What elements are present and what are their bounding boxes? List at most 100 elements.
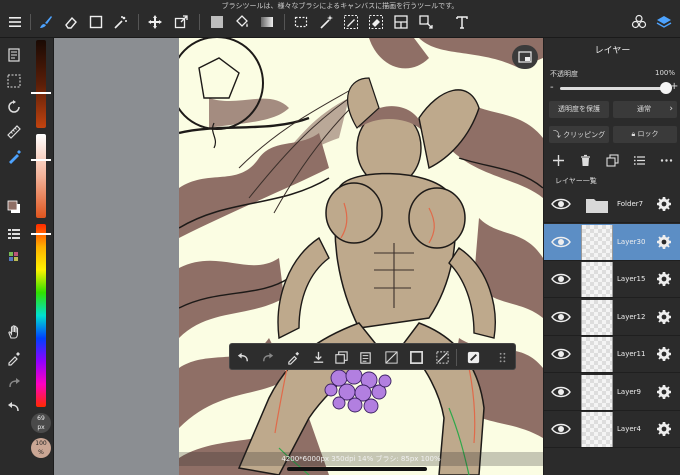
- undo-icon[interactable]: [5, 398, 23, 416]
- panel-toggle-icon[interactable]: [512, 45, 538, 69]
- redo-icon[interactable]: [5, 374, 23, 392]
- bucket-icon[interactable]: [233, 13, 251, 31]
- eyedropper-icon[interactable]: [5, 349, 23, 367]
- visibility-eye-icon[interactable]: [551, 384, 571, 400]
- visibility-eye-icon[interactable]: [551, 309, 571, 325]
- brush-icon[interactable]: [37, 13, 55, 31]
- snap-icon[interactable]: [5, 72, 23, 90]
- materials-icon[interactable]: [630, 13, 648, 31]
- layer-settings-gear-icon[interactable]: [656, 196, 672, 212]
- opacity-badge[interactable]: 100 %: [31, 438, 51, 458]
- more-icon[interactable]: [659, 153, 673, 167]
- opacity-percent: 100%: [654, 69, 675, 77]
- transform-icon[interactable]: [172, 13, 190, 31]
- quick-eyedropper-icon[interactable]: [284, 348, 302, 366]
- text-icon[interactable]: [453, 13, 471, 31]
- brightness-knob[interactable]: [31, 92, 51, 94]
- duplicate-layer-icon[interactable]: [605, 153, 619, 167]
- brush-size-badge[interactable]: 69 px: [31, 413, 51, 433]
- layer-thumbnail: [581, 299, 613, 335]
- quick-grip-icon[interactable]: [493, 348, 511, 366]
- clipping-label: クリッピング: [563, 131, 606, 139]
- hue-knob[interactable]: [31, 233, 51, 235]
- rotate-icon[interactable]: [5, 98, 23, 116]
- menu-icon[interactable]: [6, 13, 24, 31]
- lasso-fill-icon[interactable]: [417, 13, 435, 31]
- layer-thumbnail: [581, 374, 613, 410]
- layer-name: Layer12: [617, 312, 646, 321]
- toolbar-divider: [284, 14, 285, 30]
- layer-row[interactable]: Layer4: [544, 411, 680, 448]
- quick-layer-settings-icon[interactable]: [464, 348, 482, 366]
- color-list-icon[interactable]: [5, 225, 23, 243]
- drawing-canvas[interactable]: [179, 38, 543, 475]
- palette-icon[interactable]: [5, 248, 23, 266]
- layer-thumbnail: [581, 412, 613, 447]
- layer-row[interactable]: Layer15: [544, 261, 680, 298]
- hue-slider[interactable]: [36, 224, 46, 407]
- layer-settings-gear-icon[interactable]: [656, 346, 672, 362]
- left-toolbar: [0, 38, 28, 475]
- layer-thumbnail: [581, 224, 613, 260]
- move-icon[interactable]: [146, 13, 164, 31]
- gradient-icon[interactable]: [258, 13, 276, 31]
- hand-icon[interactable]: [5, 323, 23, 341]
- layer-row[interactable]: Layer9: [544, 374, 680, 411]
- app-root: ブラシツールは、様々なブラシによるキャンバスに描画を行うツールです。 69 px…: [0, 0, 680, 475]
- select-rect-icon[interactable]: [87, 13, 105, 31]
- saturation-knob[interactable]: [31, 159, 51, 161]
- rect-select-icon[interactable]: [292, 13, 310, 31]
- quick-clear-icon[interactable]: [382, 348, 400, 366]
- magic-wand-icon[interactable]: [317, 13, 335, 31]
- layer-row[interactable]: Folder7: [544, 186, 680, 223]
- layer-settings-gear-icon[interactable]: [656, 421, 672, 437]
- opacity-minus-button[interactable]: -: [550, 82, 554, 93]
- visibility-eye-icon[interactable]: [551, 421, 571, 437]
- color-swatch-icon[interactable]: [5, 198, 23, 216]
- quick-duplicate-icon[interactable]: [332, 348, 350, 366]
- quick-fill-icon[interactable]: [407, 348, 425, 366]
- layer-row[interactable]: Layer11: [544, 336, 680, 373]
- select-pen-icon[interactable]: [342, 13, 360, 31]
- protect-alpha-button[interactable]: 透明度を保護: [549, 101, 609, 118]
- frame-divider-icon[interactable]: [392, 13, 410, 31]
- stabilizer-pen-icon[interactable]: [5, 148, 23, 166]
- add-layer-icon[interactable]: [551, 153, 565, 167]
- tool-hint-text: ブラシツールは、様々なブラシによるキャンバスに描画を行うツールです。: [221, 2, 459, 10]
- select-eraser-icon[interactable]: [367, 13, 385, 31]
- layer-list: Folder7 Layer30 Layer15 Layer12 Layer11 Layer…: [544, 186, 680, 475]
- layer-settings-gear-icon[interactable]: [656, 309, 672, 325]
- quick-import-icon[interactable]: [309, 348, 327, 366]
- delete-layer-icon[interactable]: [578, 153, 592, 167]
- opacity-slider-track[interactable]: [560, 87, 666, 90]
- visibility-eye-icon[interactable]: [551, 196, 571, 212]
- saturation-slider[interactable]: [36, 134, 46, 218]
- ruler-icon[interactable]: [5, 123, 23, 141]
- layer-settings-gear-icon[interactable]: [656, 234, 672, 250]
- visibility-eye-icon[interactable]: [551, 234, 571, 250]
- opacity-plus-button[interactable]: +: [670, 81, 678, 92]
- quick-undo-icon[interactable]: [234, 348, 252, 366]
- layer-row[interactable]: Layer12: [544, 299, 680, 336]
- quick-redo-icon[interactable]: [258, 348, 276, 366]
- eraser-icon[interactable]: [62, 13, 80, 31]
- layer-settings-gear-icon[interactable]: [656, 271, 672, 287]
- visibility-eye-icon[interactable]: [551, 346, 571, 362]
- clipping-button[interactable]: ⤵ クリッピング: [549, 126, 609, 143]
- brightness-slider[interactable]: [36, 40, 46, 128]
- quick-deselect-icon[interactable]: [433, 348, 451, 366]
- layer-row[interactable]: Layer30: [544, 223, 680, 261]
- layer-list-menu-icon[interactable]: [632, 153, 646, 167]
- visibility-eye-icon[interactable]: [551, 271, 571, 287]
- lock-button[interactable]: 🔒︎ ロック: [613, 126, 677, 143]
- layer-settings-gear-icon[interactable]: [656, 384, 672, 400]
- blend-mode-select[interactable]: 通常 ›: [613, 101, 677, 118]
- home-indicator[interactable]: [287, 467, 427, 471]
- quick-paste-icon[interactable]: [356, 348, 374, 366]
- clipping-arrow-icon: ⤵: [552, 130, 561, 139]
- fill-color-icon[interactable]: [208, 13, 226, 31]
- toolbar-divider: [199, 14, 200, 30]
- layers-icon[interactable]: [655, 13, 673, 31]
- pages-icon[interactable]: [5, 46, 23, 64]
- blur-tool-icon[interactable]: [112, 13, 130, 31]
